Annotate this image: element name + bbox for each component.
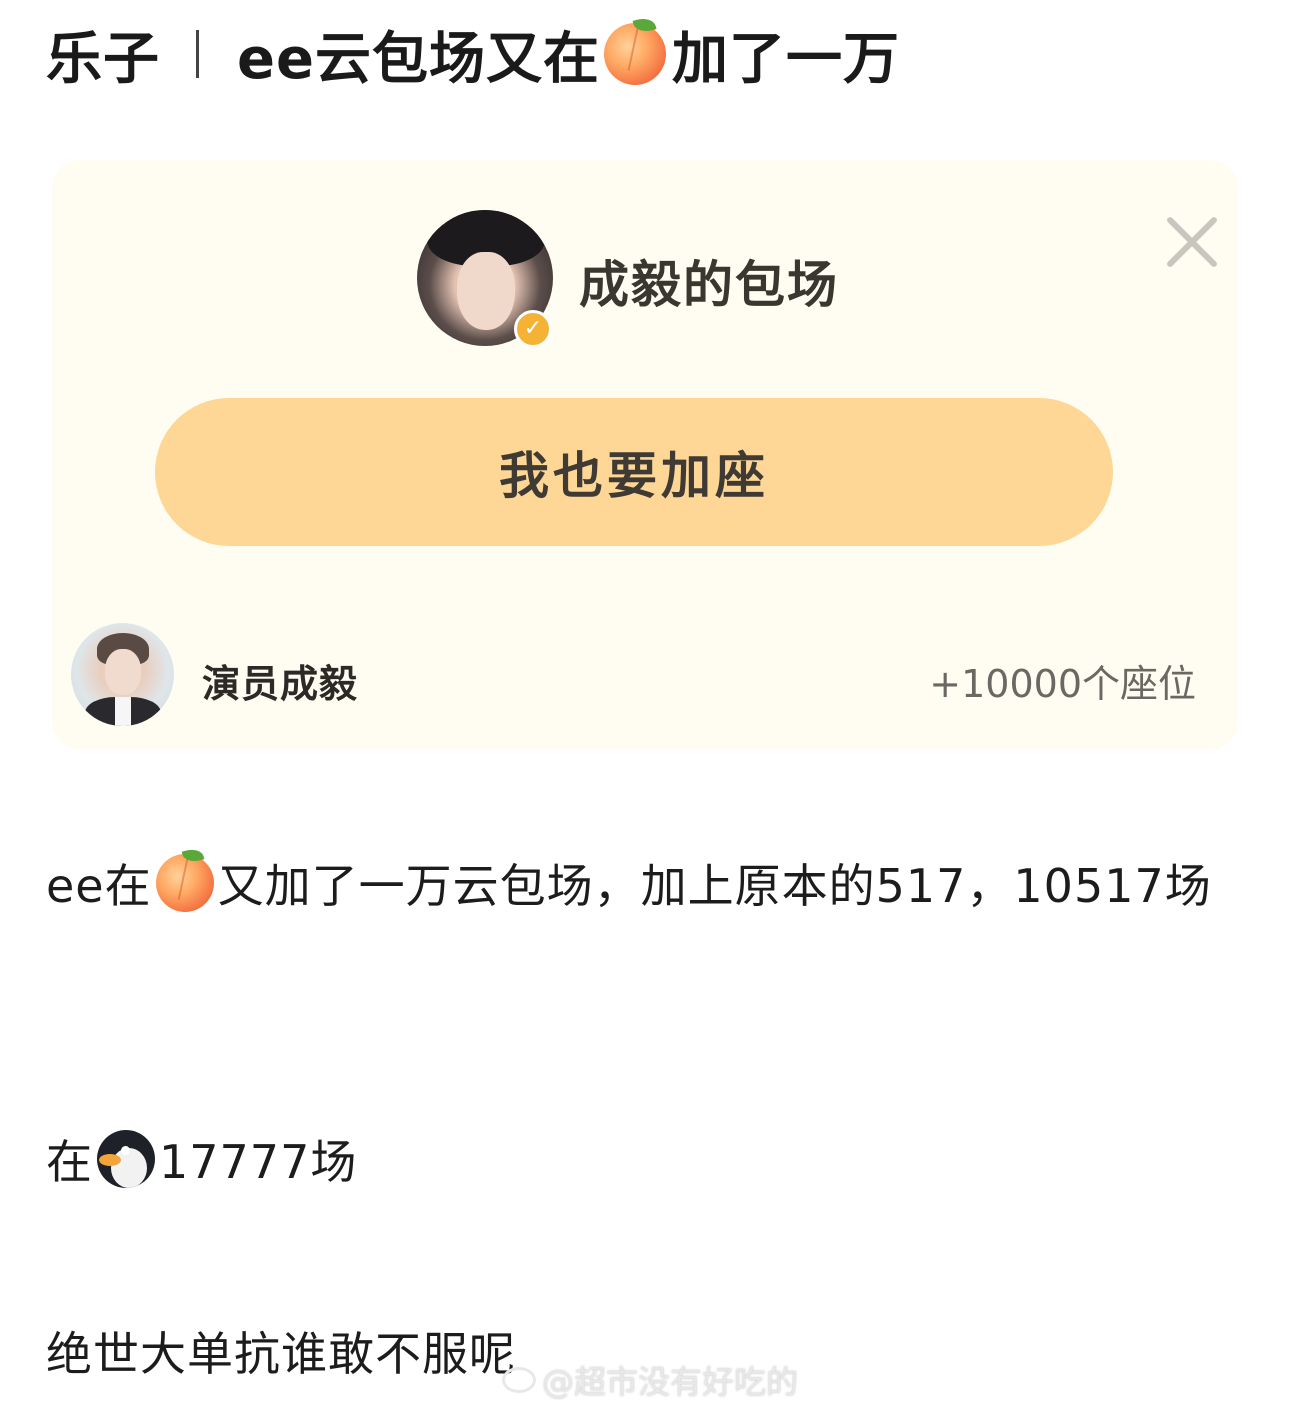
paragraph-1: ee在 又加了一万云包场，加上原本的517，10517场 [46,838,1246,934]
p1-text-start: ee在 [46,859,152,913]
supporter-avatar[interactable] [71,623,174,726]
close-icon[interactable] [1162,212,1222,272]
watermark-text: @超市没有好吃的 [542,1363,799,1401]
post-title: 乐子 ee云包场又在 加了一万 [46,18,900,92]
paragraph-2: 在 17777场 [46,1130,1246,1194]
cloud-booking-card: ✓ 成毅的包场 我也要加座 演员成毅 +10000个座位 [52,160,1238,750]
watermark: @超市没有好吃的 [502,1352,798,1408]
p2-text-start: 在 [46,1135,93,1189]
peach-emoji-icon [155,854,214,912]
avatar-shirt [115,697,131,726]
title-text-part1: ee云包场又在 [237,26,600,92]
join-seat-button[interactable]: 我也要加座 [155,398,1113,546]
title-prefix: 乐子 [46,26,160,92]
supporter-name[interactable]: 演员成毅 [202,653,358,708]
card-title: 成毅的包场 [579,256,839,314]
p2-text-end: 17777场 [159,1135,358,1189]
seat-count: +10000个座位 [929,662,1196,706]
weibo-icon [502,1367,536,1393]
penguin-emoji-icon [97,1130,155,1188]
avatar-face [457,252,515,330]
title-divider [196,30,199,78]
verified-badge-icon: ✓ [514,310,552,348]
p1-text-end: 又加了一万云包场，加上原本的517，10517场 [217,859,1212,913]
peach-emoji-icon [603,23,666,85]
avatar-face [105,649,141,695]
title-text-part2: 加了一万 [671,26,900,92]
